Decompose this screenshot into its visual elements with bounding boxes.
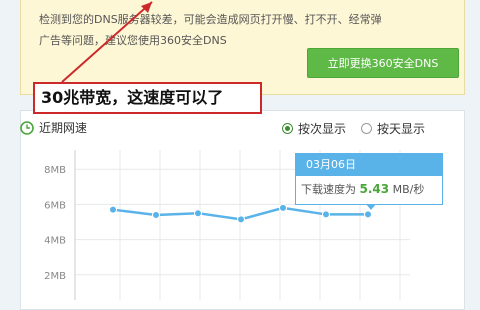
data-point[interactable] bbox=[279, 203, 287, 212]
data-point[interactable] bbox=[364, 210, 372, 219]
tooltip-pointer bbox=[366, 204, 376, 210]
data-point[interactable] bbox=[237, 215, 245, 224]
tooltip-unit: MB/秒 bbox=[392, 183, 425, 196]
data-point[interactable] bbox=[322, 210, 330, 219]
speed-line-chart: 8MB 6MB 4MB 2MB bbox=[44, 150, 410, 300]
data-point[interactable] bbox=[152, 210, 160, 219]
speed-tooltip: 03月06日 下载速度为 5.43 MB/秒 bbox=[295, 153, 443, 205]
annotation-label: 30兆带宽，这速度可以了 bbox=[33, 82, 262, 114]
tooltip-date: 03月06日 bbox=[296, 154, 442, 176]
tooltip-body: 下载速度为 5.43 MB/秒 bbox=[296, 176, 442, 203]
y-tick-label: 6MB bbox=[44, 200, 66, 211]
tooltip-value: 5.43 bbox=[359, 182, 390, 196]
y-tick-label: 2MB bbox=[44, 271, 66, 282]
data-point[interactable] bbox=[194, 209, 202, 218]
tooltip-prefix: 下载速度为 bbox=[301, 183, 356, 196]
y-tick-label: 8MB bbox=[44, 165, 66, 176]
y-tick-label: 4MB bbox=[44, 236, 66, 247]
data-point[interactable] bbox=[109, 205, 117, 214]
